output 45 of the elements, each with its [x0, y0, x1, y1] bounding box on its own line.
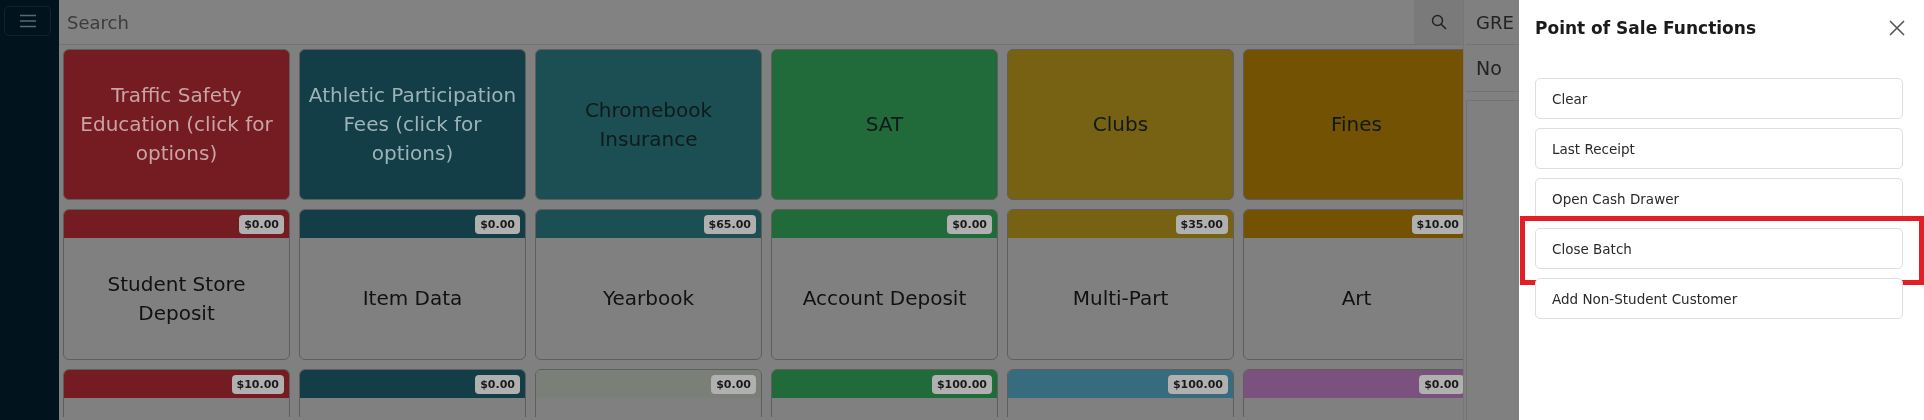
item-tile[interactable]: $100.00	[1007, 369, 1234, 417]
price-badge: $10.00	[231, 374, 284, 394]
item-label: Multi-Part	[1072, 285, 1169, 312]
item-tile[interactable]: $100.00	[771, 369, 998, 417]
price-badge: $65.00	[703, 214, 756, 234]
item-tile[interactable]: $0.00 Student Store Deposit	[63, 209, 290, 360]
price-badge: $0.00	[475, 214, 520, 234]
menu-button[interactable]	[4, 6, 51, 36]
customer-status: No	[1476, 57, 1502, 79]
close-icon	[1889, 20, 1905, 36]
item-tile[interactable]: $10.00 Art	[1243, 209, 1463, 360]
search-button[interactable]	[1414, 0, 1463, 44]
item-tile[interactable]: $0.00	[1243, 369, 1463, 417]
item-label: Student Store Deposit	[106, 270, 247, 327]
menu-icon	[18, 14, 37, 28]
category-tile[interactable]: Traffic Safety Education (click for options)	[63, 49, 290, 200]
price-badge: $0.00	[1419, 374, 1463, 394]
function-button[interactable]: Clear	[1535, 78, 1903, 119]
price-badge: $0.00	[239, 214, 284, 234]
item-label: Account Deposit	[802, 285, 967, 312]
search-icon	[1430, 14, 1447, 30]
item-tile[interactable]: $65.00 Yearbook	[535, 209, 762, 360]
price-badge: $0.00	[711, 374, 756, 394]
item-tile[interactable]: $0.00 Account Deposit	[771, 209, 998, 360]
item-tile[interactable]: $0.00 Item Data	[299, 209, 526, 360]
price-badge: $0.00	[947, 214, 992, 234]
price-badge: $0.00	[475, 374, 520, 394]
item-label: Art	[1341, 285, 1372, 312]
item-label: Yearbook	[602, 285, 695, 312]
price-badge: $10.00	[1411, 214, 1463, 234]
function-button[interactable]: Close Batch	[1535, 228, 1903, 269]
item-tile[interactable]: $0.00	[299, 369, 526, 417]
function-button[interactable]: Last Receipt	[1535, 128, 1903, 169]
function-button[interactable]: Open Cash Drawer	[1535, 178, 1903, 219]
function-button[interactable]: Add Non-Student Customer	[1535, 278, 1903, 319]
customer-header: GRE	[1476, 11, 1514, 33]
panel-title: Point of Sale Functions	[1535, 18, 1756, 38]
price-badge: $100.00	[931, 374, 992, 394]
item-tile[interactable]: $10.00	[63, 369, 290, 417]
price-badge: $35.00	[1175, 214, 1228, 234]
item-tile[interactable]: $0.00	[535, 369, 762, 417]
price-badge: $100.00	[1167, 374, 1228, 394]
item-tile[interactable]: $35.00 Multi-Part	[1007, 209, 1234, 360]
item-label: Item Data	[362, 285, 463, 312]
category-tile[interactable]: Athletic Participation Fees (click for options)	[299, 49, 526, 200]
